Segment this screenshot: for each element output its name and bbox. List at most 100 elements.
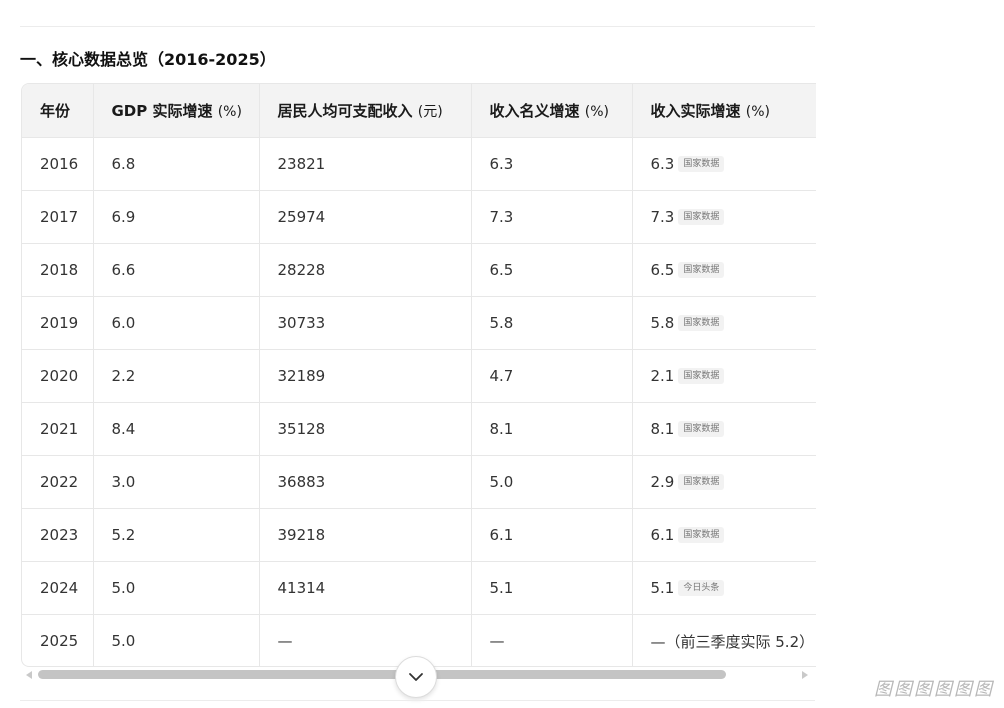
- scroll-left-arrow-icon[interactable]: [26, 671, 32, 679]
- table-row: 2018 6.6 28228 6.5 6.5 国家数据: [22, 243, 816, 297]
- cell-real-growth: 8.1 国家数据: [632, 402, 816, 456]
- cell-disposable-income-value: 35128: [277, 420, 326, 438]
- cell-nominal-growth: 7.3: [471, 190, 633, 244]
- header-year: 年份: [22, 84, 94, 138]
- cell-disposable-income: 25974: [259, 190, 472, 244]
- cell-nominal-growth-value: 4.7: [489, 367, 514, 385]
- cell-real-growth-value: 2.9: [650, 473, 675, 491]
- cell-disposable-income-value: 30733: [277, 314, 326, 332]
- cell-real-growth-value: 8.1: [650, 420, 675, 438]
- cell-real-growth-value: 7.3: [650, 208, 675, 226]
- cell-disposable-income-value: 36883: [277, 473, 326, 491]
- bottom-divider: [20, 700, 815, 701]
- table-row: 2021 8.4 35128 8.1 8.1 国家数据: [22, 402, 816, 456]
- cell-gdp-growth: 6.9: [93, 190, 260, 244]
- cell-real-growth-value: 6.1: [650, 526, 675, 544]
- cell-gdp-growth-value: 5.0: [111, 579, 136, 597]
- cell-gdp-growth-value: 6.0: [111, 314, 136, 332]
- source-tag[interactable]: 国家数据: [678, 314, 725, 331]
- cell-disposable-income: 35128: [259, 402, 472, 456]
- cell-year: 2019: [22, 296, 94, 350]
- cell-gdp-growth-value: 5.2: [111, 526, 136, 544]
- cell-gdp-growth: 6.0: [93, 296, 260, 350]
- cell-real-growth: 2.9 国家数据: [632, 455, 816, 509]
- cell-gdp-growth-value: 5.0: [111, 632, 136, 650]
- cell-real-growth-value: 5.8: [650, 314, 675, 332]
- header-gdp-growth: GDP 实际增速 (%): [93, 84, 260, 138]
- chevron-down-icon: [409, 673, 423, 681]
- table-row: 2016 6.8 23821 6.3 6.3 国家数据: [22, 137, 816, 191]
- cell-disposable-income: 23821: [259, 137, 472, 191]
- cell-gdp-growth: 5.0: [93, 561, 260, 615]
- source-tag[interactable]: 国家数据: [678, 155, 725, 172]
- cell-year: 2017: [22, 190, 94, 244]
- cell-nominal-growth: 5.1: [471, 561, 633, 615]
- table-row: 2022 3.0 36883 5.0 2.9 国家数据: [22, 455, 816, 509]
- cell-real-growth: —（前三季度实际 5.2）: [632, 614, 816, 666]
- cell-disposable-income: 41314: [259, 561, 472, 615]
- header-disposable-income: 居民人均可支配收入 (元): [259, 84, 472, 138]
- source-tag[interactable]: 国家数据: [678, 526, 725, 543]
- source-tag[interactable]: 国家数据: [678, 473, 725, 490]
- scrollbar-thumb[interactable]: [38, 670, 726, 679]
- cell-real-growth-value: 6.3: [650, 155, 675, 173]
- cell-nominal-growth: 5.8: [471, 296, 633, 350]
- cell-nominal-growth-value: 5.1: [489, 579, 514, 597]
- table-row: 2017 6.9 25974 7.3 7.3 国家数据: [22, 190, 816, 244]
- source-tag[interactable]: 国家数据: [678, 367, 725, 384]
- cell-real-growth: 7.3 国家数据: [632, 190, 816, 244]
- cell-nominal-growth: 8.1: [471, 402, 633, 456]
- cell-gdp-growth: 2.2: [93, 349, 260, 403]
- table-row: 2020 2.2 32189 4.7 2.1 国家数据: [22, 349, 816, 403]
- cell-year-value: 2020: [40, 367, 79, 385]
- cell-year-value: 2024: [40, 579, 79, 597]
- section-title: 一、核心数据总览（2016-2025）: [20, 50, 276, 69]
- cell-year: 2024: [22, 561, 94, 615]
- cell-real-growth: 6.1 国家数据: [632, 508, 816, 562]
- cell-year: 2016: [22, 137, 94, 191]
- cell-year-value: 2016: [40, 155, 79, 173]
- cell-nominal-growth: 6.3: [471, 137, 633, 191]
- cell-gdp-growth: 5.2: [93, 508, 260, 562]
- cell-year-value: 2025: [40, 632, 79, 650]
- cell-real-growth: 5.1 今日头条: [632, 561, 816, 615]
- cell-year: 2022: [22, 455, 94, 509]
- cell-disposable-income: 36883: [259, 455, 472, 509]
- source-tag[interactable]: 国家数据: [678, 420, 725, 437]
- expand-table-button[interactable]: [395, 656, 437, 698]
- cell-nominal-growth: —: [471, 614, 633, 666]
- cell-disposable-income: 30733: [259, 296, 472, 350]
- cell-gdp-growth: 5.0: [93, 614, 260, 666]
- cell-year: 2025: [22, 614, 94, 666]
- cell-nominal-growth: 5.0: [471, 455, 633, 509]
- table-scroll-container[interactable]: 年份 GDP 实际增速 (%) 居民人均可支配收入 (元) 收入名义增速 (%)…: [21, 83, 816, 667]
- cell-gdp-growth: 6.8: [93, 137, 260, 191]
- source-tag[interactable]: 今日头条: [678, 579, 725, 596]
- cell-real-growth-value: 2.1: [650, 367, 675, 385]
- cell-nominal-growth-value: —: [489, 632, 505, 650]
- cell-year-value: 2019: [40, 314, 79, 332]
- cell-gdp-growth: 3.0: [93, 455, 260, 509]
- cell-nominal-growth-value: 5.0: [489, 473, 514, 491]
- cell-year-value: 2017: [40, 208, 79, 226]
- source-tag[interactable]: 国家数据: [678, 208, 725, 225]
- cell-disposable-income-value: 23821: [277, 155, 326, 173]
- cell-real-growth-value: 5.1: [650, 579, 675, 597]
- cell-gdp-growth-value: 6.8: [111, 155, 136, 173]
- scroll-right-arrow-icon[interactable]: [802, 671, 808, 679]
- cell-year-value: 2022: [40, 473, 79, 491]
- cell-year-value: 2018: [40, 261, 79, 279]
- cell-gdp-growth-value: 6.9: [111, 208, 136, 226]
- cell-disposable-income-value: 25974: [277, 208, 326, 226]
- cell-year: 2018: [22, 243, 94, 297]
- cell-real-growth: 6.5 国家数据: [632, 243, 816, 297]
- cell-year: 2020: [22, 349, 94, 403]
- cell-gdp-growth-value: 6.6: [111, 261, 136, 279]
- cell-disposable-income: 39218: [259, 508, 472, 562]
- source-tag[interactable]: 国家数据: [678, 261, 725, 278]
- data-table: 年份 GDP 实际增速 (%) 居民人均可支配收入 (元) 收入名义增速 (%)…: [22, 84, 816, 666]
- cell-year: 2021: [22, 402, 94, 456]
- table-header-row: 年份 GDP 实际增速 (%) 居民人均可支配收入 (元) 收入名义增速 (%)…: [22, 84, 816, 138]
- cell-gdp-growth: 8.4: [93, 402, 260, 456]
- table-row: 2019 6.0 30733 5.8 5.8 国家数据: [22, 296, 816, 350]
